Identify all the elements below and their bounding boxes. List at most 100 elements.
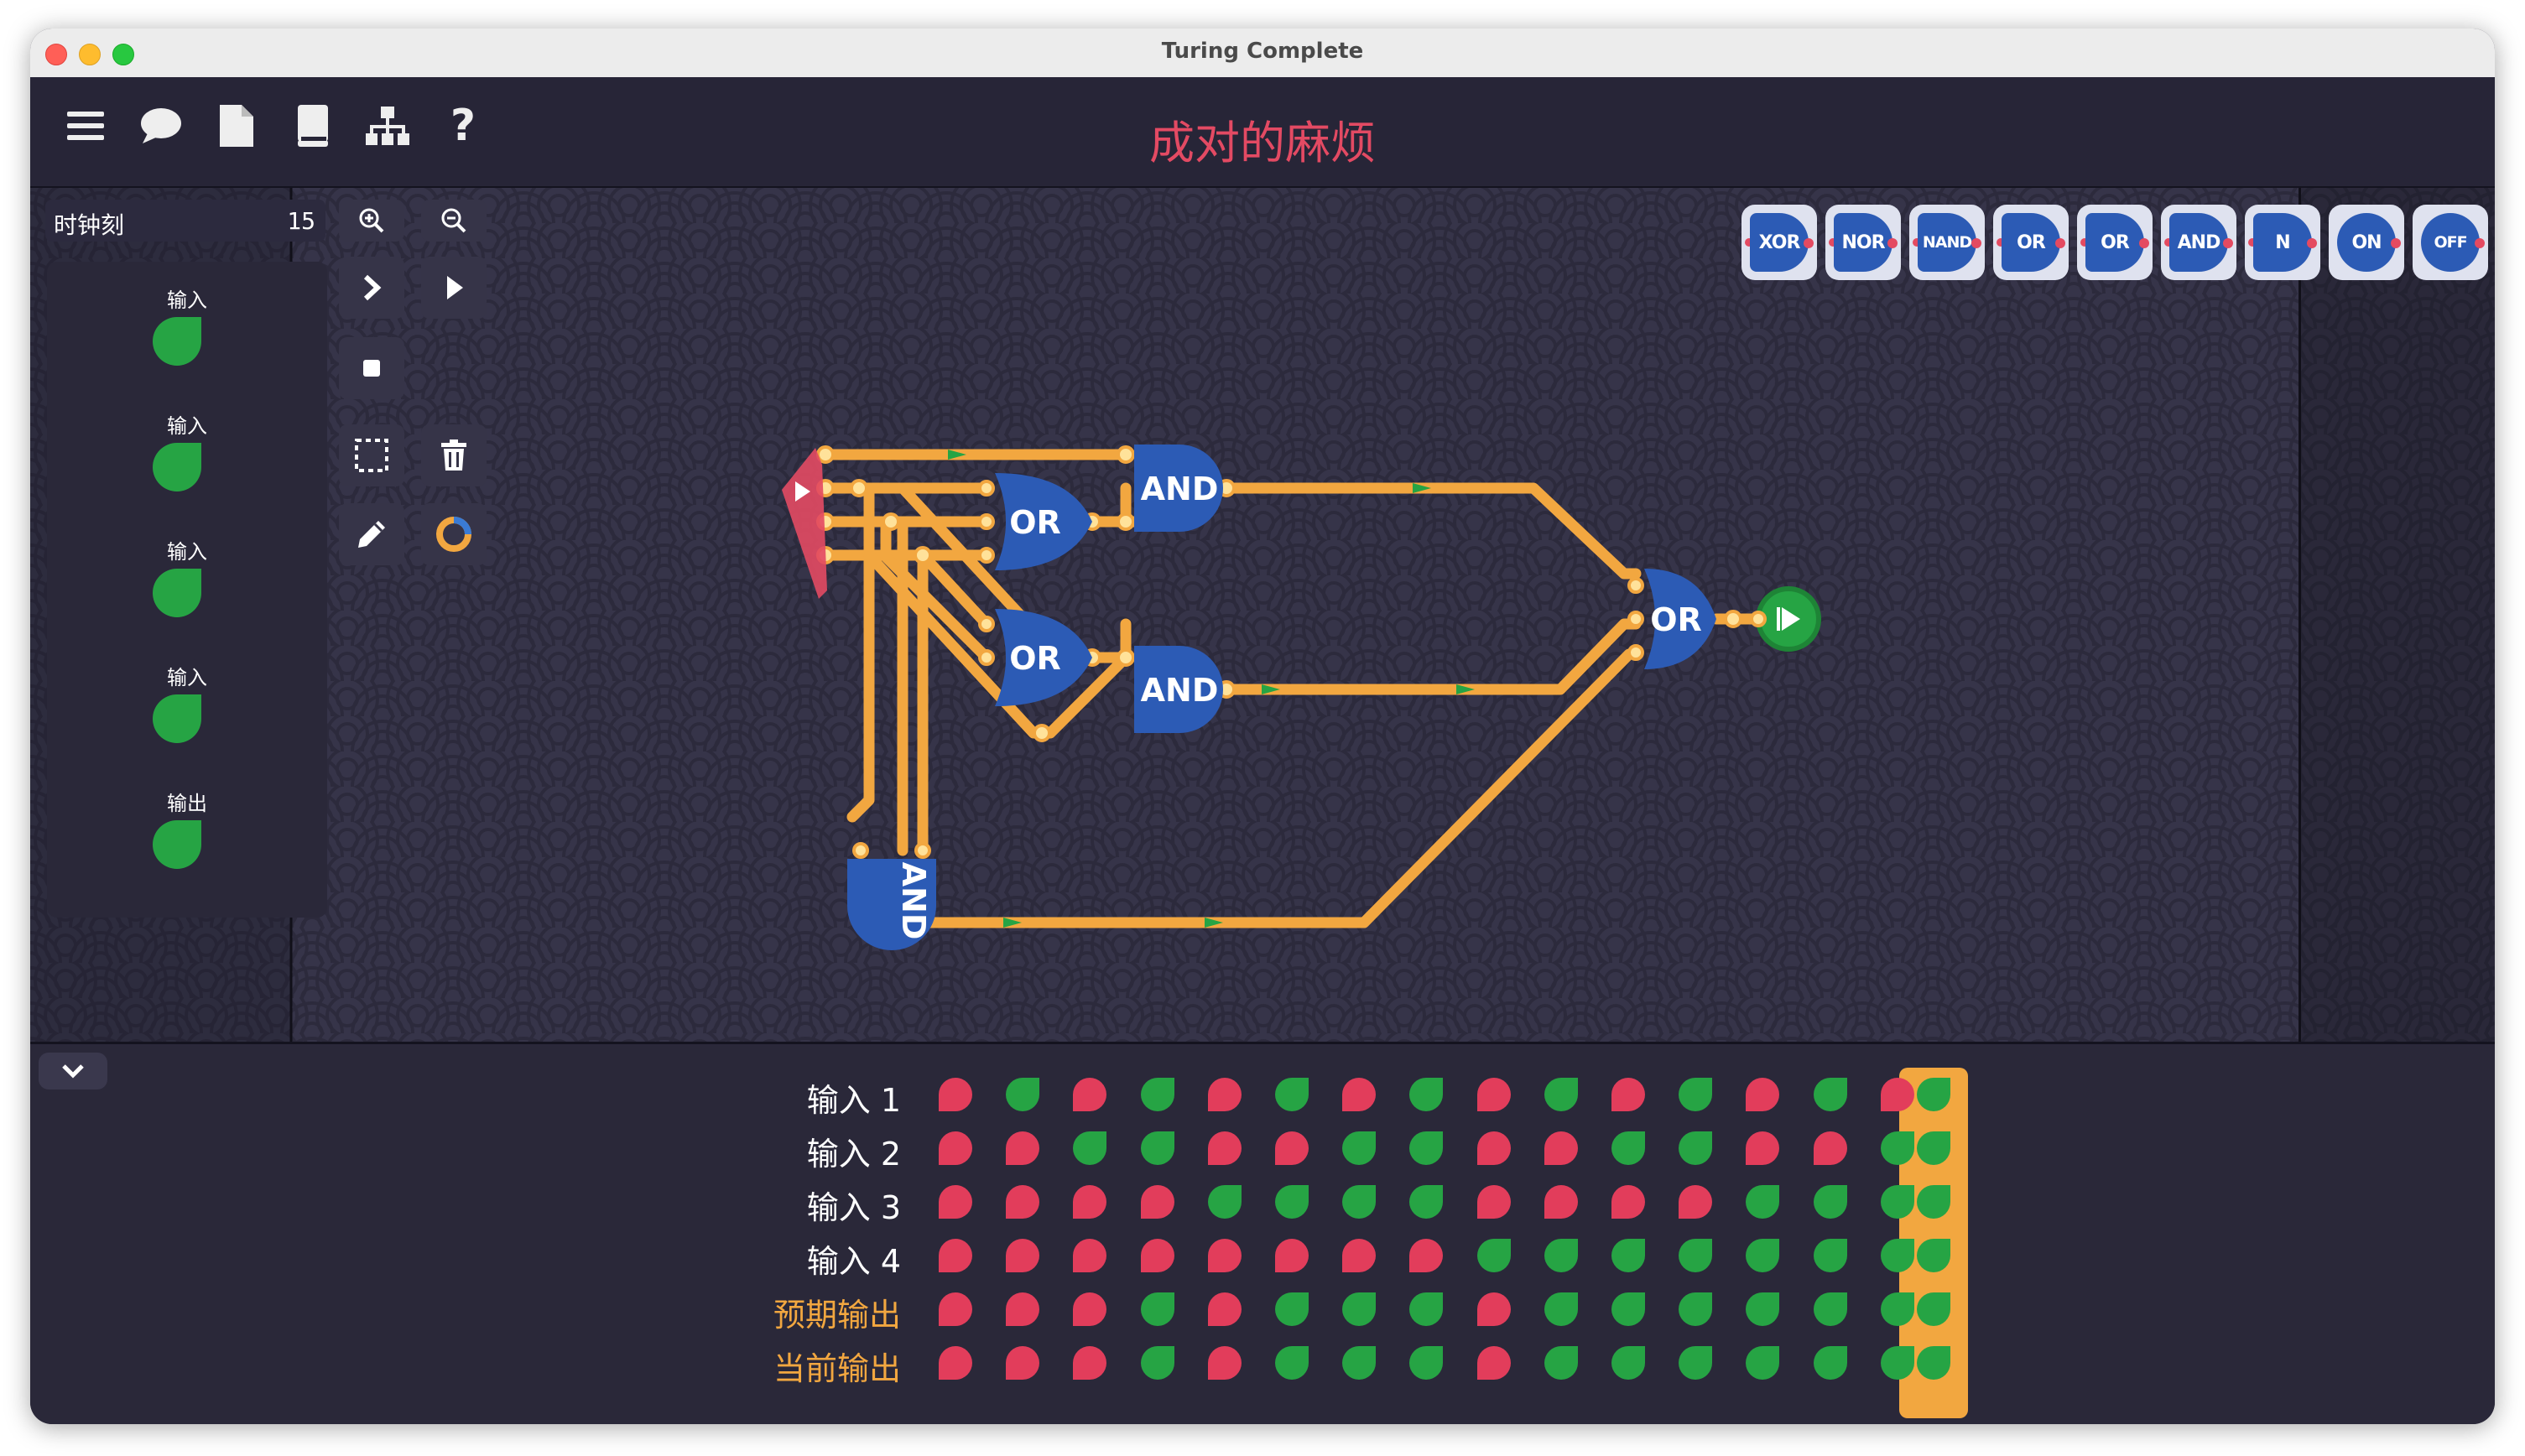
- truth-table-cell: [1880, 1078, 1914, 1111]
- truth-table-panel: 输入 1 输入 2 输入 3 输入 4 预期输出 当前输出: [30, 1042, 2495, 1424]
- truth-table-cell: [1880, 1131, 1914, 1165]
- wire-node[interactable]: [1117, 648, 1135, 667]
- wire-node[interactable]: [882, 512, 900, 531]
- truth-table-cell: [1880, 1292, 1914, 1326]
- truth-table-cell: [1342, 1131, 1377, 1165]
- truth-table-cell: [1544, 1292, 1578, 1326]
- gate-label: OR: [1009, 640, 1061, 677]
- circuit-canvas[interactable]: 时钟刻 15 输入 输入 输入 输入 输出 XOR NOR NAND OR OR…: [30, 188, 2495, 1042]
- truth-table-cell: [1880, 1185, 1914, 1219]
- truth-table-cell: [939, 1131, 972, 1165]
- gate-pin[interactable]: [978, 616, 995, 632]
- gate-pin[interactable]: [978, 649, 995, 666]
- truth-table-cell: [1746, 1078, 1780, 1111]
- truth-table-cell: [1207, 1131, 1242, 1165]
- truth-table-cell: [1611, 1346, 1645, 1380]
- truth-table-cell: [939, 1346, 972, 1380]
- level-title: 成对的麻烦: [1149, 117, 1376, 169]
- truth-table-cell: [1679, 1239, 1713, 1272]
- truth-table-cell: [1207, 1239, 1242, 1272]
- truth-table-cell: [1140, 1292, 1174, 1326]
- truth-table-cell: [1813, 1239, 1847, 1272]
- truth-table-cell: [1679, 1346, 1713, 1380]
- truth-table-cell: [1746, 1131, 1780, 1165]
- wire-node[interactable]: [850, 479, 868, 497]
- gate-pin[interactable]: [978, 547, 995, 564]
- truth-table-cell: [1813, 1078, 1847, 1111]
- truth-table-cell: [1207, 1346, 1242, 1380]
- truth-table-cell: [1679, 1078, 1713, 1111]
- truth-table-cell: [1611, 1185, 1645, 1219]
- truth-table-cell: [1207, 1078, 1242, 1111]
- truth-table-cell: [1342, 1239, 1377, 1272]
- truth-table-cell: [1476, 1292, 1511, 1326]
- wire-node[interactable]: [1117, 445, 1135, 464]
- truth-table-cell: [1544, 1078, 1578, 1111]
- truth-table-cell: [1342, 1185, 1377, 1219]
- wire-node[interactable]: [1117, 512, 1135, 531]
- truth-table-cell: [1813, 1131, 1847, 1165]
- truth-table-cell: [1679, 1185, 1713, 1219]
- wire[interactable]: [1221, 618, 1642, 695]
- truth-table-cell: [1611, 1239, 1645, 1272]
- gate-pin[interactable]: [1627, 577, 1644, 594]
- truth-table-cell: [1813, 1292, 1847, 1326]
- truth-table-cell: [1207, 1185, 1242, 1219]
- truth-table-cell: [1275, 1078, 1309, 1111]
- truth-table-cell: [1275, 1239, 1309, 1272]
- truth-table-cell: [1409, 1346, 1444, 1380]
- gate-pin[interactable]: [1750, 611, 1767, 627]
- input-component[interactable]: [782, 448, 827, 599]
- truth-table-cell: [1342, 1346, 1377, 1380]
- truth-table-cell: [1342, 1078, 1377, 1111]
- top-toolbar: ? 成对的麻烦: [30, 77, 2495, 188]
- truth-table-cell: [1544, 1185, 1578, 1219]
- gate-pin[interactable]: [978, 480, 995, 497]
- truth-table-cell: [1746, 1239, 1780, 1272]
- truth-table-cell: [1917, 1346, 1950, 1380]
- gate-pin[interactable]: [1627, 644, 1644, 661]
- wire[interactable]: [846, 482, 875, 823]
- truth-table-cell: [1544, 1346, 1578, 1380]
- gate-label: OR: [1009, 504, 1061, 541]
- wire[interactable]: [1221, 482, 1642, 580]
- truth-table-cell: [1476, 1346, 1511, 1380]
- truth-table-cell: [1073, 1239, 1107, 1272]
- truth-table-row-label: 输入 3: [806, 1189, 901, 1226]
- truth-table-row-label: 输入 1: [806, 1082, 901, 1119]
- truth-table-cell: [1006, 1346, 1040, 1380]
- truth-table-cell: [1006, 1078, 1040, 1111]
- wire-node[interactable]: [1033, 724, 1051, 742]
- truth-table-cell: [1917, 1131, 1950, 1165]
- truth-table-row-label: 输入 2: [806, 1136, 901, 1173]
- truth-table-cell: [1073, 1346, 1107, 1380]
- truth-table-cell: [1917, 1185, 1950, 1219]
- truth-table-cell: [1544, 1239, 1578, 1272]
- truth-table-cell: [1140, 1346, 1174, 1380]
- truth-table-cell: [1275, 1292, 1309, 1326]
- gate-pin[interactable]: [1627, 611, 1644, 627]
- truth-table-cell: [1073, 1131, 1107, 1165]
- truth-table-cell: [1073, 1292, 1107, 1326]
- gate-pin[interactable]: [914, 842, 931, 859]
- gate-label: AND: [1141, 471, 1219, 507]
- truth-table-cell: [1917, 1292, 1950, 1326]
- circuit-diagram: AND OR OR AND OR AND: [782, 445, 1821, 950]
- truth-table-cell: [1409, 1185, 1444, 1219]
- truth-table-cell: [1006, 1131, 1040, 1165]
- truth-table-cell: [1611, 1131, 1645, 1165]
- truth-table-cell: [1140, 1185, 1174, 1219]
- gate-pin[interactable]: [978, 513, 995, 530]
- truth-table-cell: [1275, 1131, 1309, 1165]
- truth-table-cell: [1275, 1185, 1309, 1219]
- gate-label: AND: [1141, 672, 1219, 709]
- collapse-button[interactable]: [39, 1053, 107, 1089]
- gate-pin[interactable]: [852, 842, 869, 859]
- truth-table-cell: [1409, 1131, 1444, 1165]
- truth-table-cell: [1006, 1239, 1040, 1272]
- wire-node[interactable]: [914, 546, 932, 564]
- truth-table-cell: [1746, 1292, 1780, 1326]
- truth-table-cell: [1275, 1346, 1309, 1380]
- wire-node[interactable]: [1724, 610, 1742, 628]
- truth-table-cell: [939, 1185, 972, 1219]
